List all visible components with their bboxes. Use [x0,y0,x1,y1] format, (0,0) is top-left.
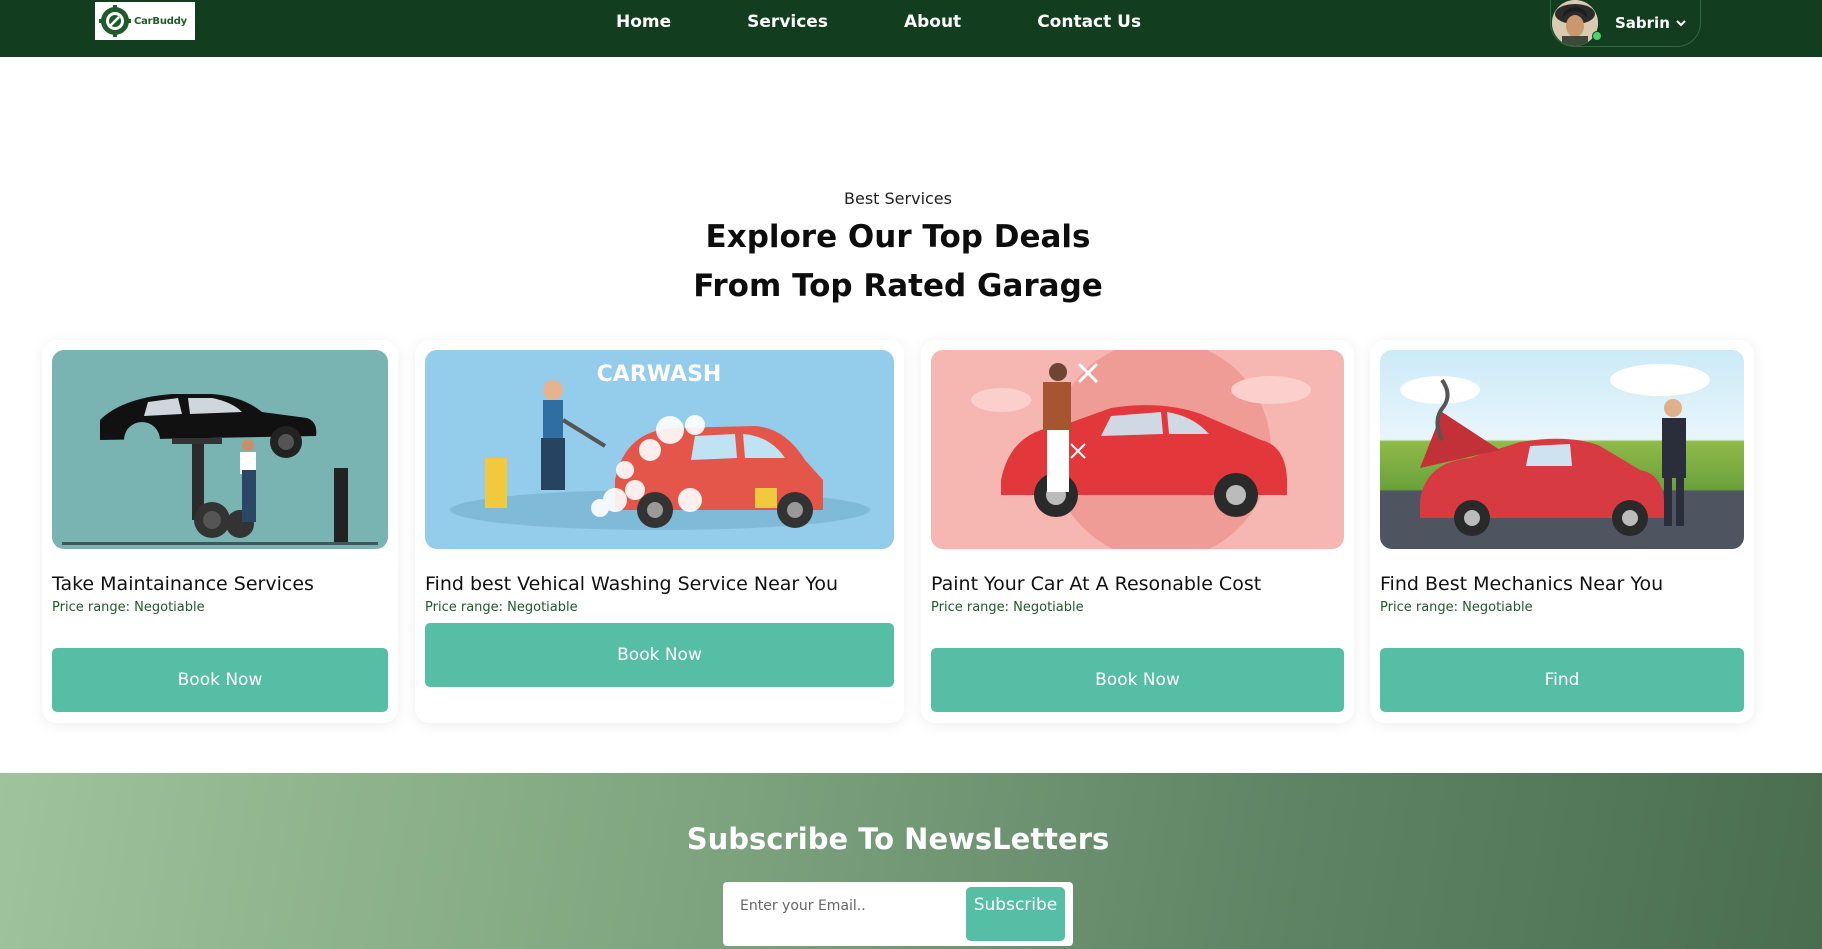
brand-logo[interactable]: CarBuddy [95,2,195,40]
nav-link-about[interactable]: About [904,12,961,32]
card-title: Take Maintainance Services [52,573,314,595]
nav-link-contact[interactable]: Contact Us [1037,12,1141,32]
book-now-button[interactable]: Book Now [52,648,388,712]
service-card-mechanics: Find Best Mechanics Near You Price range… [1370,340,1754,723]
car-painting-scene [971,350,1311,549]
card-title: Find Best Mechanics Near You [1380,573,1664,595]
find-button[interactable]: Find [1380,648,1744,712]
carwash-scene: CARWASH [450,362,870,530]
car-lift-illustration [62,394,378,545]
section-eyebrow: Best Services [844,189,952,208]
user-menu-button[interactable]: Sabrin [1550,0,1701,47]
main-nav: Home Services About Contact Us [616,0,1217,44]
card-price: Price range: Negotiable [931,600,1084,615]
newsletter-title: Subscribe To NewsLetters [686,822,1110,856]
card-price: Price range: Negotiable [52,600,205,615]
user-avatar [1552,0,1598,46]
online-status-dot [1592,31,1602,41]
nav-link-home[interactable]: Home [616,12,671,32]
section-title-line1: Explore Our Top Deals [705,219,1091,255]
user-avatar-image [1552,0,1598,46]
card-price: Price range: Negotiable [1380,600,1533,615]
wrench-gear-logo-icon [99,5,131,37]
painting-illustration [931,350,1344,549]
brand-name: CarBuddy [134,15,187,27]
card-price: Price range: Negotiable [425,600,578,615]
nav-link-services[interactable]: Services [747,12,828,32]
service-card-washing: CARWASH Find best Vehical Washing Servic… [415,340,904,723]
subscribe-button[interactable]: Subscribe [966,887,1065,941]
carwash-image-text: CARWASH [597,362,722,387]
maintenance-illustration [52,350,388,549]
service-card-maintenance: Take Maintainance Services Price range: … [42,340,398,723]
carwash-illustration: CARWASH [425,350,894,549]
user-name: Sabrin [1615,14,1670,32]
card-title: Find best Vehical Washing Service Near Y… [425,573,839,595]
navbar: CarBuddy Home Services About Contact Us … [0,0,1822,57]
section-title: Explore Our Top Deals From Top Rated Gar… [0,213,1796,311]
card-title: Paint Your Car At A Resonable Cost [931,573,1262,595]
book-now-button[interactable]: Book Now [425,623,894,687]
book-now-button[interactable]: Book Now [931,648,1344,712]
section-title-line2: From Top Rated Garage [693,268,1103,304]
chevron-down-icon [1676,20,1686,27]
email-input[interactable] [740,896,960,916]
broken-car-scene [1400,364,1710,536]
service-card-painting: Paint Your Car At A Resonable Cost Price… [921,340,1354,723]
mechanics-illustration [1380,350,1744,549]
